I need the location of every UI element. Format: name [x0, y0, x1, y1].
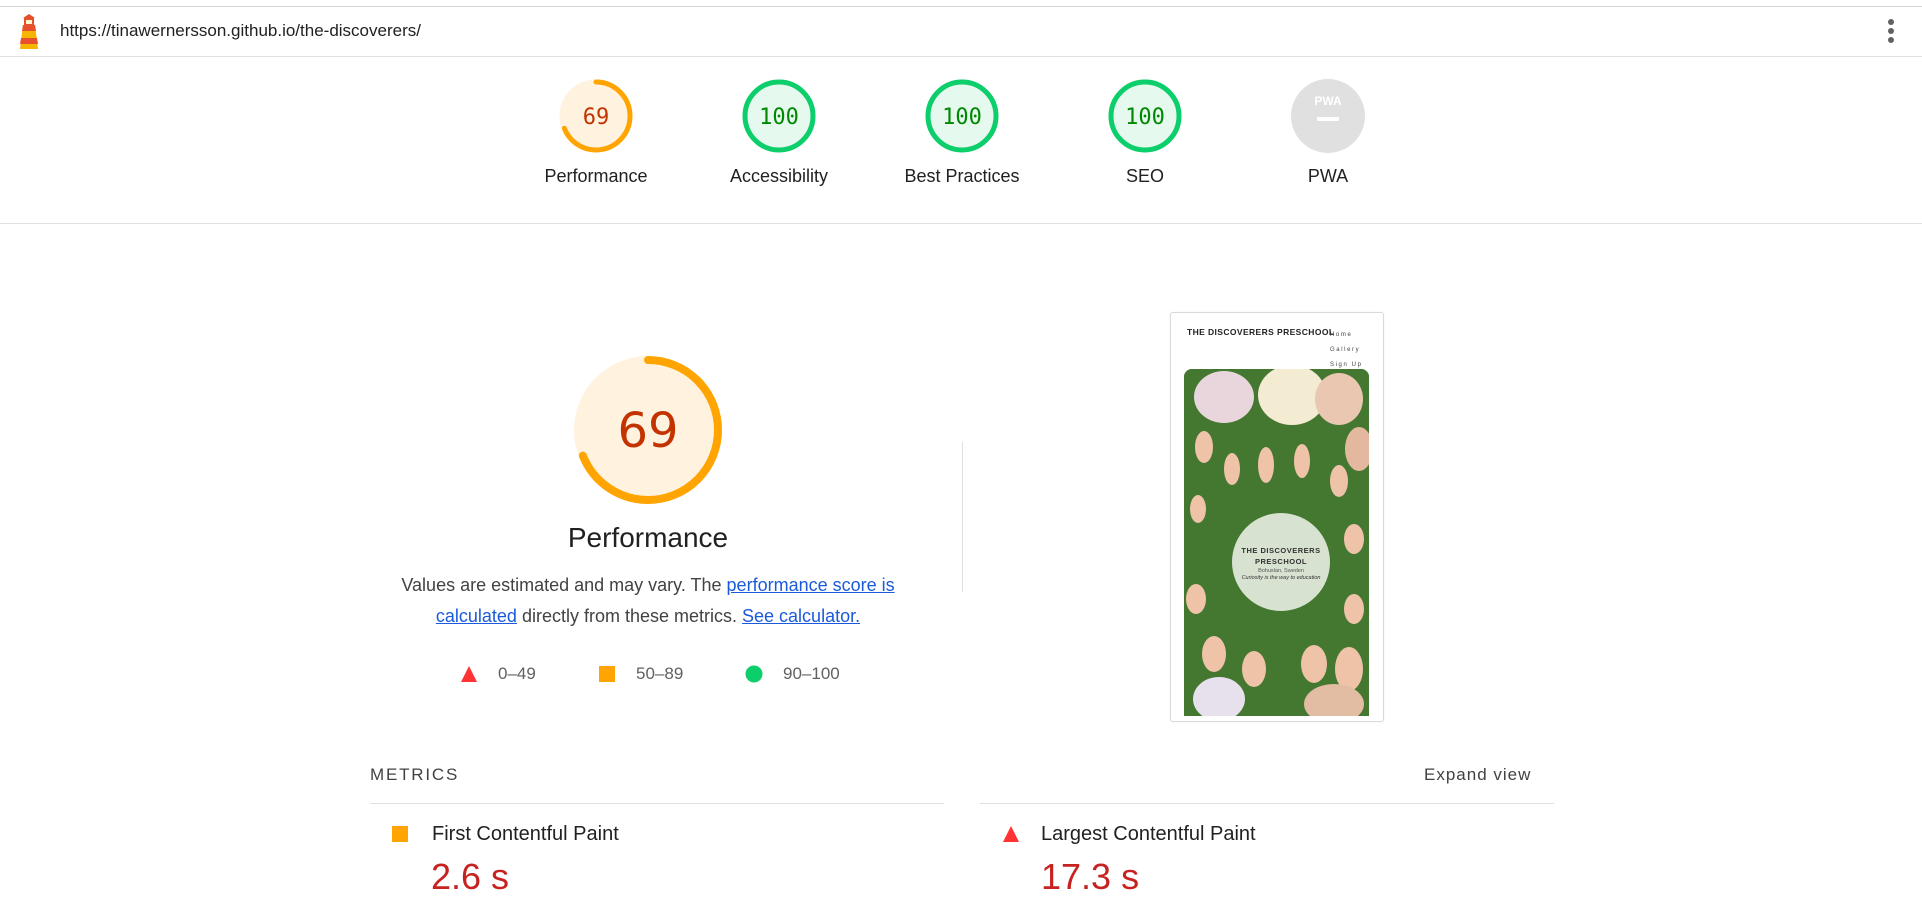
gauge-label: Performance [544, 166, 648, 186]
gauge-ring-icon: 100 [925, 79, 999, 153]
expand-view-toggle[interactable]: Expand view [1424, 765, 1531, 785]
tools-menu-button[interactable] [1884, 17, 1898, 47]
report-url: https://tinawernersson.github.io/the-dis… [60, 21, 421, 40]
metric-name: Largest Contentful Paint [1041, 823, 1256, 845]
kebab-dot-icon [1888, 37, 1894, 43]
screenshot-site-title: THE DISCOVERERS PRESCHOOL [1187, 327, 1335, 337]
screenshot-nav-item: Gallery [1330, 347, 1361, 353]
screenshot-hero-image: THE DISCOVERERS PRESCHOOL Bohuslan, Swed… [1184, 369, 1369, 716]
section-divider [962, 442, 963, 592]
kebab-dot-icon [1888, 28, 1894, 34]
square-icon [392, 826, 408, 842]
gauge-ring-icon: 69 [559, 79, 633, 153]
screenshot-nav-item: Home [1330, 332, 1353, 338]
screenshot-badge-location: Bohuslan, Sweden [1258, 568, 1304, 574]
gauge-accessibility[interactable]: 100 Accessibility [699, 77, 859, 187]
gauge-score: 100 [759, 105, 799, 130]
screenshot-badge-title: THE DISCOVERERS PRESCHOOL [1241, 546, 1321, 566]
report-topbar: https://tinawernersson.github.io/the-dis… [0, 7, 1922, 57]
lighthouse-logo-icon [20, 14, 38, 49]
metric-value: 17.3 s [1041, 856, 1140, 897]
legend-range: 50–89 [636, 664, 684, 683]
legend-range: 0–49 [498, 664, 536, 683]
screenshot-nav: Home Gallery Sign Up [1330, 328, 1363, 373]
kebab-dot-icon [1888, 19, 1894, 25]
legend-range: 90–100 [783, 664, 840, 683]
gauge-score: 69 [583, 105, 610, 130]
gauge-ring-icon: 100 [1108, 79, 1182, 153]
pwa-dash-icon [1317, 117, 1339, 121]
square-icon [599, 666, 615, 682]
screenshot-hero-badge: THE DISCOVERERS PRESCHOOL Bohuslan, Swed… [1232, 513, 1330, 611]
gauge-label: Best Practices [904, 166, 1020, 186]
metric-value: 2.6 s [431, 856, 510, 897]
gauge-ring-icon: 100 [742, 79, 816, 153]
final-screenshot[interactable]: THE DISCOVERERS PRESCHOOL Home Gallery S… [1170, 312, 1384, 722]
performance-gauge: 69 [574, 356, 722, 504]
gauge-score: 100 [942, 105, 982, 130]
see-calculator-link[interactable]: See calculator. [742, 606, 860, 626]
desc-middle: directly from these metrics. [516, 606, 743, 626]
window-top-border [0, 0, 1922, 7]
performance-title: Performance [567, 522, 729, 553]
circle-icon [745, 665, 763, 683]
pwa-badge-icon: PWA [1291, 79, 1365, 153]
pwa-badge-text: PWA [1314, 94, 1342, 108]
gauge-score: 100 [1125, 105, 1165, 130]
score-gauges: 69 Performance 100 Accessibility 100 Bes… [0, 57, 1922, 224]
desc-prefix: Values are estimated and may vary. The [401, 575, 727, 595]
performance-score: 69 [617, 403, 678, 459]
gauge-seo[interactable]: 100 SEO [1065, 77, 1225, 187]
gauge-performance[interactable]: 69 Performance [516, 77, 676, 187]
triangle-icon [1003, 826, 1019, 842]
gauge-label: SEO [1125, 166, 1164, 186]
metric-divider [370, 803, 944, 804]
screenshot-badge-tagline: Curiosity is the way to education [1241, 575, 1321, 581]
metric-name: First Contentful Paint [432, 823, 619, 845]
gauge-pwa[interactable]: PWA PWA [1248, 77, 1408, 187]
gauge-label: PWA [1307, 166, 1349, 186]
gauge-best-practices[interactable]: 100 Best Practices [882, 77, 1042, 187]
gauge-label: Accessibility [729, 166, 829, 186]
metrics-heading: METRICS [370, 765, 460, 784]
triangle-icon [461, 666, 477, 682]
performance-description: Values are estimated and may vary. The p… [380, 570, 916, 632]
metric-divider [980, 803, 1554, 804]
